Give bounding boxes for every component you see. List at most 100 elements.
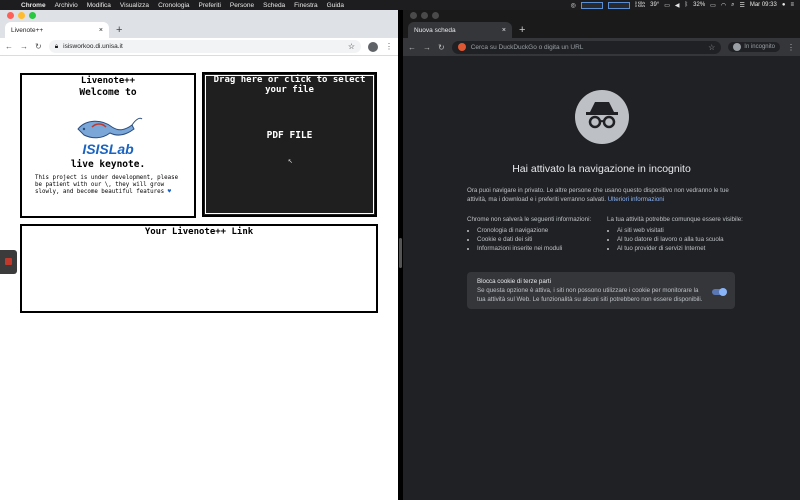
address-bar[interactable]: Cerca su DuckDuckGo o digita un URL ☆ [451,40,722,54]
profile-avatar[interactable] [368,41,378,52]
list-item: Al tuo datore di lavoro o alla tua scuol… [617,235,747,244]
incognito-title: Hai attivato la navigazione in incognito [512,163,691,175]
link-box-title: Your Livenote++ Link [141,227,257,237]
back-arrow-icon[interactable]: ← [5,42,13,51]
welcome-heading: Welcome to [79,87,137,98]
bookmark-star-icon[interactable]: ☆ [348,42,355,51]
menu-archivio[interactable]: Archivio [55,2,78,9]
fullscreen-window-button[interactable] [29,12,36,19]
vpn-icon[interactable]: ◎ [571,2,576,9]
battery-icon[interactable]: ▭ [710,2,716,9]
control-center-icon[interactable]: ☰ [739,2,744,9]
right-browser-window: Nuova scheda × + ← → ↻ Cerca su DuckDuck… [403,10,800,500]
pdf-dropzone[interactable]: Drag here or click to select your file P… [202,72,377,217]
minimize-window-button[interactable] [421,12,428,19]
menu-scheda[interactable]: Scheda [263,2,285,9]
close-tab-icon[interactable]: × [502,27,506,34]
brand-name: ISISLab [82,141,134,157]
incognito-page: Hai attivato la navigazione in incognito… [403,57,800,500]
menu-modifica[interactable]: Modifica [87,2,111,9]
new-tab-button[interactable]: + [116,23,122,37]
menu-persone[interactable]: Persone [230,2,254,9]
network-stats[interactable]: 0 KB/s 0 KB/s [634,1,646,9]
fullscreen-window-button[interactable] [432,12,439,19]
menu-dots-icon[interactable]: ⋮ [787,43,795,52]
not-saved-heading: Chrome non salverà le seguenti informazi… [467,216,592,223]
menu-guida[interactable]: Guida [327,2,344,9]
block-cookies-toggle[interactable] [712,288,727,296]
learn-more-link[interactable]: Ulteriori informazioni [608,196,664,203]
clock[interactable]: Mar 09:33 [750,2,777,8]
menu-app-name[interactable]: Chrome [21,2,46,9]
toggle-knob [719,288,727,296]
notification-icon[interactable]: ≡ [790,2,794,8]
memory-graph-icon[interactable] [607,1,630,9]
bluetooth-icon[interactable]: ᛒ [685,2,689,8]
tab-livenote[interactable]: Livenote++ × [5,22,109,38]
splitter-handle[interactable] [399,238,402,268]
reload-icon[interactable]: ↻ [35,42,42,51]
menu-finestra[interactable]: Finestra [294,2,317,9]
cpu-graph-icon[interactable] [580,1,603,9]
wifi-icon[interactable]: ◠ [721,2,726,9]
incognito-icon [733,43,742,51]
extension-icon [5,258,12,265]
display-icon[interactable]: ▭ [664,2,670,9]
project-description: This project is under development, pleas… [35,175,185,196]
browser-toolbar: ← → ↻ 🔒︎ isisworkoo.di.unisa.it ☆ ⋮ [0,38,398,56]
search-icon[interactable]: ⌕ [731,2,734,9]
browser-toolbar-incognito: ← → ↻ Cerca su DuckDuckGo o digita un UR… [403,38,800,56]
new-tab-button[interactable]: + [519,23,525,37]
list-item: Cookie e dati dei siti [477,235,607,244]
livenote-link-box: Your Livenote++ Link [20,224,378,313]
forward-arrow-icon[interactable]: → [20,42,28,51]
dropzone-title: Drag here or click to select your file [213,75,366,95]
third-party-cookie-card: Blocca cookie di terze parti Se questa o… [467,272,735,309]
cookie-description: Se questa opzione è attiva, i siti non p… [477,287,703,303]
incognito-badge[interactable]: In incognito [728,42,780,52]
address-bar[interactable]: 🔒︎ isisworkoo.di.unisa.it ☆ [48,40,361,53]
list-item: Al tuo provider di servizi Internet [617,244,747,253]
macos-menubar: Chrome Archivio Modifica Visualizza Cron… [0,0,800,10]
sound-icon[interactable]: ◀ [675,2,680,9]
temperature[interactable]: 39° [650,2,659,8]
description-text: This project is under development, pleas… [35,175,179,195]
tab-strip-incognito: Nuova scheda × + [403,10,800,38]
menu-cronologia[interactable]: Cronologia [158,2,189,9]
minimize-window-button[interactable] [18,12,25,19]
window-controls-inactive [410,12,439,19]
incognito-badge-label: In incognito [744,44,775,50]
reload-icon[interactable]: ↻ [438,43,445,52]
list-item: Cronologia di navigazione [477,226,607,235]
bookmark-star-icon[interactable]: ☆ [708,43,715,52]
duckduckgo-icon [457,43,466,51]
window-controls [7,12,36,19]
battery-percent[interactable]: 32% [693,2,705,8]
status-area: ◎ 0 KB/s 0 KB/s 39° ▭ ◀ ᛒ 32% ▭ ◠ ⌕ ☰ Ma… [571,0,794,10]
mouse-cursor-icon: ↖ [288,156,293,165]
cookie-title: Blocca cookie di terze parti [477,278,551,285]
url-text[interactable]: isisworkoo.di.unisa.it [63,43,123,50]
close-tab-icon[interactable]: × [99,27,103,34]
still-visible-column: La tua attività potrebbe comunque essere… [607,215,747,253]
net-down: 0 KB/s [634,4,646,8]
omnibox-placeholder[interactable]: Cerca su DuckDuckGo o digita un URL [471,44,584,51]
heart-icon: ♥ [167,189,172,195]
close-window-button[interactable] [7,12,14,19]
back-arrow-icon[interactable]: ← [408,43,416,52]
side-extension-tab[interactable] [0,250,17,274]
visible-heading: La tua attività potrebbe comunque essere… [607,216,743,223]
welcome-box-title: Livenote++ [77,76,139,86]
not-saved-column: Chrome non salverà le seguenti informazi… [467,215,607,253]
siri-icon[interactable]: ● [782,2,786,8]
incognito-spy-icon [575,90,629,144]
welcome-subheading: live keynote. [70,159,146,170]
lock-icon[interactable]: 🔒︎ [55,43,58,51]
left-browser-window: Livenote++ × + ← → ↻ 🔒︎ isisworkoo.di.un… [0,10,398,500]
close-window-button[interactable] [410,12,417,19]
menu-preferiti[interactable]: Preferiti [199,2,221,9]
menu-dots-icon[interactable]: ⋮ [385,42,393,51]
menu-visualizza[interactable]: Visualizza [120,2,149,9]
forward-arrow-icon[interactable]: → [423,43,431,52]
tab-new-tab[interactable]: Nuova scheda × [408,22,512,38]
